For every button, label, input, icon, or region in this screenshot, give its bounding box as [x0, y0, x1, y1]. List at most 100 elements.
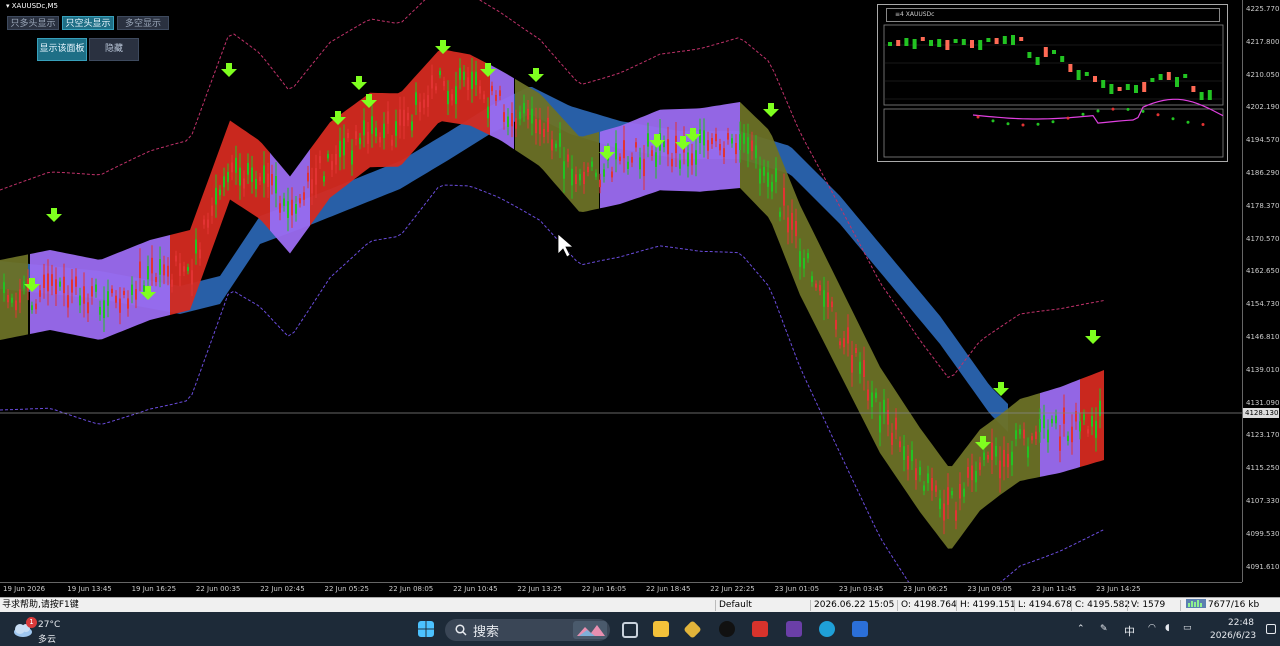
candle-body: [1095, 420, 1097, 438]
candle-body: [475, 71, 477, 86]
candle-body: [223, 176, 225, 188]
price-tick-label: 4107.330: [1246, 497, 1280, 505]
mini-indicator-dot: [1081, 112, 1085, 116]
candle-body: [83, 286, 85, 304]
battery-icon[interactable]: ▭: [1183, 623, 1192, 633]
candle-body: [311, 179, 313, 194]
candle-body: [563, 161, 565, 179]
candle-body: [403, 109, 405, 127]
mini-candle: [1027, 52, 1032, 58]
candle-body: [239, 167, 241, 186]
weather-widget[interactable]: 1 27°C 多云: [10, 617, 70, 645]
candle-body: [679, 160, 681, 169]
windows-start-icon[interactable]: [418, 621, 434, 637]
mini-candle: [961, 39, 966, 45]
mini-candle: [1191, 86, 1196, 92]
candle-body: [247, 162, 249, 175]
candle-body: [487, 106, 489, 119]
time-axis[interactable]: 19 Jun 2026 19 Jun 13:45 19 Jun 16:25 22 Ju…: [0, 582, 1242, 597]
time-tick-label: 22 Jun 13:25: [517, 585, 562, 593]
candle-body: [23, 281, 25, 289]
candle-body: [535, 119, 537, 134]
candle-body: [263, 165, 265, 184]
qq-icon[interactable]: [719, 621, 735, 637]
trading-app-icon[interactable]: [683, 620, 702, 639]
candle-body: [859, 361, 861, 374]
low-price: L: 4194.678: [1018, 600, 1072, 610]
mini-indicator-dot: [1021, 123, 1025, 127]
candle-body: [735, 143, 737, 155]
candle-body: [471, 71, 473, 89]
chevron-up-icon[interactable]: ⌃: [1077, 624, 1085, 634]
mini-candle: [1183, 74, 1188, 78]
candle-body: [219, 189, 221, 196]
candle-body: [783, 187, 785, 206]
show-panel-button[interactable]: 显示该面板: [37, 38, 87, 61]
candle-body: [843, 338, 845, 348]
metatrader-icon[interactable]: [852, 621, 868, 637]
candle-body: [587, 166, 589, 173]
short-only-button[interactable]: 只空头显示: [62, 16, 114, 30]
signal-arrow-icon: [221, 63, 237, 77]
candle-body: [63, 276, 65, 294]
mini-candle: [1134, 85, 1138, 93]
wifi-icon[interactable]: ◠: [1148, 623, 1156, 633]
mini-chart: [883, 24, 1224, 158]
candle-body: [543, 129, 545, 137]
pen-icon[interactable]: ✎: [1100, 624, 1108, 634]
symbol-label: XAUUSDc,M5: [11, 2, 58, 10]
candle-body: [359, 138, 361, 145]
candle-body: [51, 274, 53, 286]
trend-band: [600, 102, 740, 209]
candle-body: [1011, 451, 1013, 466]
candle-body: [519, 111, 521, 120]
candle-body: [15, 300, 17, 311]
candle-body: [467, 77, 469, 90]
candle-body: [635, 142, 637, 148]
mini-price-pane: [883, 24, 1224, 106]
candle-body: [839, 341, 841, 346]
candle-body: [915, 468, 917, 481]
candle-body: [799, 251, 801, 267]
clock-date[interactable]: 2026/6/23: [1210, 631, 1256, 641]
candle-body: [395, 121, 397, 136]
hide-button[interactable]: 隐藏: [89, 38, 139, 61]
ec-app-icon[interactable]: [752, 621, 768, 637]
long-short-button[interactable]: 多空显示: [117, 16, 169, 30]
candle-body: [451, 94, 453, 101]
profile-name[interactable]: Default: [719, 598, 752, 613]
long-only-button[interactable]: 只多头显示: [7, 16, 59, 30]
task-view-icon[interactable]: [622, 622, 638, 638]
file-explorer-icon[interactable]: [653, 621, 669, 637]
candle-body: [559, 133, 561, 147]
candle-body: [875, 392, 877, 398]
candle-body: [823, 290, 825, 307]
candle-body: [371, 116, 373, 134]
volume-icon[interactable]: ◖: [1165, 623, 1170, 633]
visual-studio-icon[interactable]: [786, 621, 802, 637]
time-tick-label: 22 Jun 00:35: [195, 585, 241, 593]
candle-body: [643, 158, 645, 177]
edge-browser-icon[interactable]: [819, 621, 835, 637]
mini-candle: [1117, 87, 1122, 91]
clock-time[interactable]: 22:48: [1228, 618, 1254, 628]
candle-body: [435, 86, 437, 91]
candle-body: [923, 485, 925, 491]
taskbar-search[interactable]: 搜索: [445, 619, 610, 641]
candle-body: [207, 219, 209, 228]
candle-body: [491, 85, 493, 92]
price-tick-label: 4170.570: [1246, 234, 1280, 243]
candle-body: [187, 267, 189, 272]
mini-candle: [970, 40, 974, 48]
ime-indicator[interactable]: 中: [1124, 623, 1135, 639]
mini-candle: [1002, 36, 1007, 44]
candle-body: [179, 263, 181, 276]
bar-datetime: 2026.06.22 15:05: [814, 600, 895, 610]
candle-body: [655, 152, 657, 167]
status-divider: [956, 600, 957, 611]
price-axis[interactable]: 4225.770 4217.800 4210.050 4202.190 4194.570…: [1242, 0, 1280, 582]
candle-body: [1007, 453, 1009, 468]
notification-icon[interactable]: [1266, 624, 1276, 634]
price-tick-label: 4139.010: [1246, 365, 1280, 374]
mini-chart-panel[interactable]: ≡4 XAUUSDc: [877, 4, 1228, 162]
